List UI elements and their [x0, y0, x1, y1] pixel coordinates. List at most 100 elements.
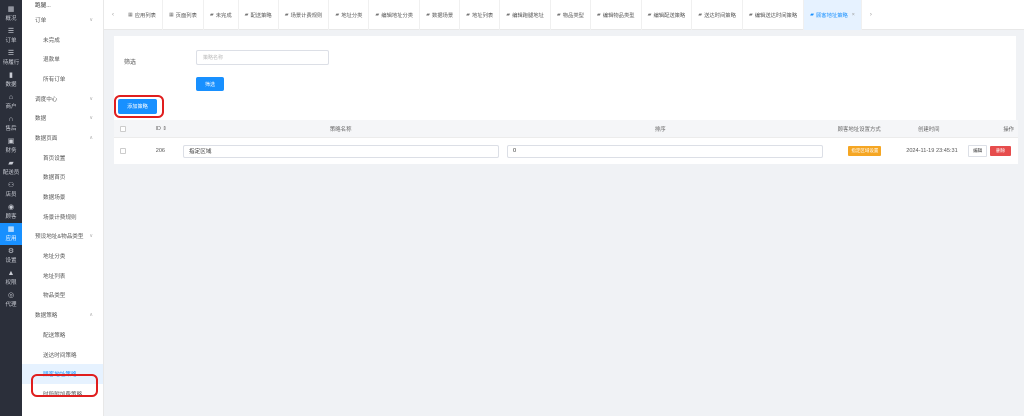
tab[interactable]: ▰ 编辑配送策略 [642, 0, 693, 30]
submenu-item[interactable]: 地址列表 [22, 266, 103, 286]
submenu-item[interactable]: 退款单 [22, 49, 103, 69]
rail-item-0[interactable]: ▦ 概况 [0, 3, 22, 25]
submenu-item[interactable]: 顾客地址策略 [22, 364, 103, 385]
col-time-header: 创建时间 [917, 126, 940, 133]
rail-item-12[interactable]: ▲ 权限 [0, 267, 22, 289]
chevron-down-icon: ∨ [89, 95, 93, 102]
store-icon: ⌂ [8, 94, 14, 101]
tab[interactable]: ▰ 未完成 [204, 0, 239, 30]
rail-item-label: 权限 [5, 280, 17, 286]
submenu-item[interactable]: 时段附加费策略 [22, 384, 103, 404]
apps-icon: ▦ [168, 11, 174, 18]
user-icon: ⚇ [7, 182, 15, 189]
add-strategy-button[interactable]: 添加策略 [118, 99, 157, 114]
col-id-header[interactable]: ID ⇕ [132, 126, 181, 132]
main-content: 筛选 筛选 [104, 30, 1024, 416]
rail-item-11[interactable]: ⚙ 设置 [0, 245, 22, 267]
submenu-item[interactable]: 首页设置 [22, 148, 103, 168]
submenu-title[interactable]: 跑腿... [22, 0, 103, 10]
strategy-name-search-input[interactable] [196, 50, 329, 65]
tab-label: 物品类型 [562, 12, 584, 19]
submenu-item-label: 物品类型 [43, 293, 66, 300]
rail-item-label: 概况 [5, 16, 17, 22]
submenu-item[interactable]: 订单 ∨ [22, 10, 103, 30]
rail-item-13[interactable]: ◎ 代理 [0, 289, 22, 311]
tab-scroll-left-icon[interactable]: ‹ [104, 12, 122, 18]
delete-button[interactable]: 删除 [990, 146, 1012, 156]
tab-label: 地址列表 [472, 12, 494, 19]
truck-icon: ▰ [698, 11, 703, 18]
tab-label: 数据场景 [431, 12, 454, 19]
submenu-item[interactable]: 数据策略 ∧ [22, 305, 103, 325]
row-checkbox[interactable] [119, 148, 126, 154]
submenu-item[interactable]: 数据 ∨ [22, 108, 103, 128]
tab-label: 页面列表 [175, 12, 197, 19]
rail-item-2[interactable]: ☰ 待履行 [0, 47, 22, 69]
tab[interactable]: ▰ 编辑地址分类 [369, 0, 421, 30]
submenu-item[interactable]: 数据首页 [22, 168, 103, 188]
rail-item-6[interactable]: ▣ 财务 [0, 135, 22, 157]
chevron-down-icon: ∨ [89, 115, 93, 122]
chevron-up-icon: ∧ [89, 134, 93, 141]
agent-icon: ◎ [7, 292, 15, 299]
row-id: 206 [155, 148, 166, 154]
tab[interactable]: ▰ 地址分类 [329, 0, 370, 30]
tab[interactable]: ▰ 数据场景 [420, 0, 461, 30]
submenu-item[interactable]: 物品类型 [22, 286, 103, 306]
truck-icon: ▰ [335, 11, 340, 18]
submenu-item-label: 数据页面 [35, 135, 58, 142]
settings-icon: ⚙ [7, 248, 15, 255]
filter-button[interactable]: 筛选 [196, 77, 224, 91]
col-order-header: 排序 [654, 126, 666, 133]
apps-icon: ▦ [7, 226, 15, 233]
submenu-item-label: 数据策略 [35, 313, 58, 320]
submenu-item[interactable]: 预设地址&物品类型 ∨ [22, 227, 103, 247]
rail-item-3[interactable]: ▮ 数据 [0, 69, 22, 91]
rail-item-7[interactable]: ▰ 配送员 [0, 157, 22, 179]
tab-label: 顾客地址策略 [816, 12, 848, 19]
edit-button[interactable]: 编辑 [968, 145, 988, 157]
rail-item-label: 订单 [5, 38, 17, 44]
rail-item-1[interactable]: ☰ 订单 [0, 25, 22, 47]
tab-label: 场景计费规则 [290, 12, 323, 19]
submenu-item[interactable]: 地址分类 [22, 246, 103, 266]
submenu-item[interactable]: 数据场景 [22, 187, 103, 207]
tab[interactable]: ▰ 编辑物品类型 [591, 0, 642, 30]
tab[interactable]: ▦ 页面列表 [163, 0, 204, 30]
submenu-item[interactable]: 配送策略 [22, 325, 103, 345]
row-name-input[interactable]: 指定区域 [183, 144, 500, 158]
tab[interactable]: ▰ 场景计费规则 [279, 0, 330, 30]
rail-item-label: 配送员 [2, 170, 20, 176]
submenu-item[interactable]: 数据页面 ∧ [22, 128, 103, 148]
tab[interactable]: ▰ 编辑送达时间策略 [743, 0, 805, 30]
row-order-input[interactable]: 0 [507, 144, 824, 158]
tab[interactable]: ▰ 配送策略 [239, 0, 279, 30]
tab[interactable]: ▰ 物品类型 [551, 0, 591, 30]
col-ops-header: 操作 [1003, 126, 1014, 133]
submenu-item[interactable]: 未完成 [22, 30, 103, 50]
submenu-item-label: 顾客地址策略 [43, 372, 77, 379]
tab[interactable]: ▰ 地址列表 [460, 0, 501, 30]
tab-scroll-right-icon[interactable]: › [862, 12, 880, 18]
table-header: ID ⇕ 策略名称 排序 顾客地址设置方式 创建时间 操作 [114, 120, 1018, 138]
rail-item-5[interactable]: ∩ 售后 [0, 113, 22, 135]
tab[interactable]: ▰ 顾客地址策略 × [804, 0, 862, 30]
rail-item-10[interactable]: ▦ 应用 [0, 223, 22, 245]
truck-icon: ▰ [244, 11, 249, 18]
tab[interactable]: ▰ 送达时间策略 [692, 0, 743, 30]
rail-item-8[interactable]: ⚇ 店员 [0, 179, 22, 201]
close-icon[interactable]: × [852, 12, 855, 18]
rail-item-9[interactable]: ◉ 顾客 [0, 201, 22, 223]
tab[interactable]: ▰ 编辑跑腿地址 [500, 0, 551, 30]
truck-icon: ▰ [209, 11, 214, 18]
submenu-item[interactable]: 调度中心 ∨ [22, 89, 103, 109]
rail-item-4[interactable]: ⌂ 商户 [0, 91, 22, 113]
select-all-checkbox[interactable] [119, 125, 126, 132]
tab-bar: ‹ ▦ 应用列表 ▦ 页面列表 ▰ 未完成 ▰ 配送策略 ▰ 场景计费规则 ▰ 地址分类 ▰ 编辑地址分类… [104, 0, 1024, 30]
rail-item-label: 商户 [5, 104, 17, 110]
tab[interactable]: ▦ 应用列表 [122, 0, 163, 30]
submenu-item[interactable]: 送达时间策略 [22, 345, 103, 365]
submenu-item[interactable]: 场景计费规则 [22, 207, 103, 227]
submenu-item[interactable]: 所有订单 [22, 69, 103, 89]
row-created-time: 2024-11-19 23:45:31 [906, 148, 958, 154]
